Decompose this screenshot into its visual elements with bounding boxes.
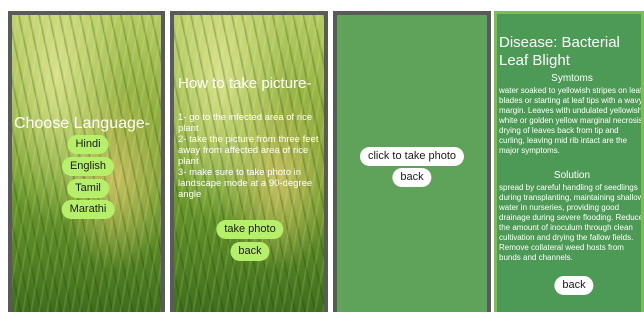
language-option-marathi[interactable]: Marathi	[61, 200, 115, 219]
symptoms-text: water soaked to yellowish stripes on lea…	[499, 86, 644, 155]
language-option-tamil[interactable]: Tamil	[67, 179, 109, 198]
language-option-hindi[interactable]: Hindi	[67, 135, 109, 154]
camera-screen: click to take photo back	[333, 11, 491, 312]
choose-language-heading: Choose Language-	[14, 115, 151, 132]
solution-heading: Solution	[553, 170, 591, 181]
take-photo-button[interactable]: take photo	[216, 220, 284, 239]
instruction-steps: 1- go to the infected area of rice plant…	[178, 112, 319, 200]
symptoms-heading: Symtoms	[551, 73, 593, 84]
language-screen: Choose Language- Hindi English Tamil Mar…	[8, 11, 165, 312]
back-button[interactable]: back	[554, 276, 594, 295]
how-to-take-picture-title: How to take picture-	[178, 75, 312, 92]
solution-text: spread by careful handling of seedlings …	[499, 183, 644, 262]
click-to-take-photo-button[interactable]: click to take photo	[359, 147, 465, 166]
back-button[interactable]: back	[392, 168, 432, 187]
language-option-english[interactable]: English	[61, 157, 115, 176]
disease-title: Disease: Bacterial Leaf Blight	[499, 34, 620, 69]
back-button[interactable]: back	[230, 242, 270, 261]
instructions-screen: How to take picture- 1- go to the infect…	[170, 11, 328, 312]
diagnosis-screen: Disease: Bacterial Leaf Blight Symtoms w…	[494, 11, 644, 312]
